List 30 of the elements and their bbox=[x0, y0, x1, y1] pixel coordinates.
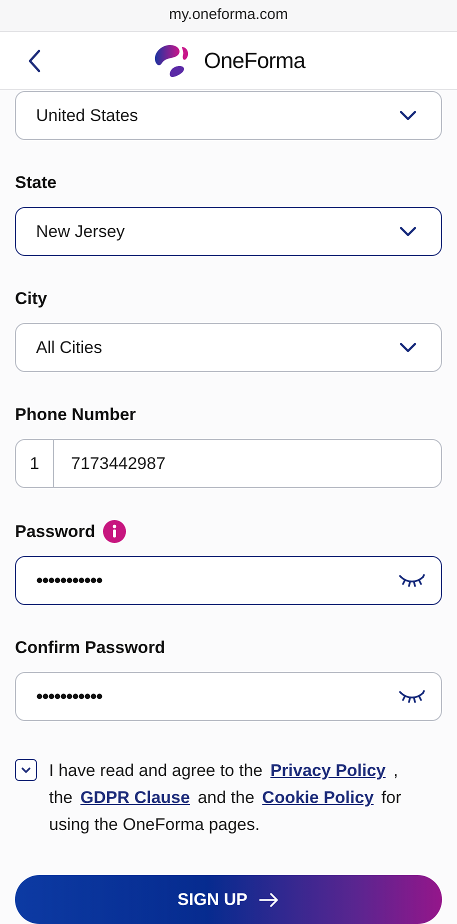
closed-eye-icon[interactable] bbox=[399, 574, 425, 588]
agree-checkbox[interactable] bbox=[15, 759, 37, 781]
field-label: City bbox=[15, 288, 48, 310]
back-icon[interactable] bbox=[28, 48, 42, 73]
policy-link[interactable]: Privacy Policy bbox=[267, 761, 389, 780]
chevron-down-icon bbox=[399, 342, 417, 353]
closed-eye-icon[interactable] bbox=[399, 690, 425, 704]
arrow-right-icon bbox=[259, 892, 280, 906]
field-label: State bbox=[15, 172, 57, 194]
policy-link[interactable]: GDPR Clause bbox=[77, 788, 193, 807]
policy-link[interactable]: Cookie Policy bbox=[259, 788, 377, 807]
url-text[interactable]: my.oneforma.com bbox=[169, 4, 288, 27]
password-field[interactable]: ••••••••••• bbox=[15, 672, 442, 721]
info-icon[interactable] bbox=[103, 520, 126, 543]
country-code: 1 bbox=[16, 440, 54, 487]
phone-field[interactable]: 1 7173442987 bbox=[15, 439, 442, 488]
phone-number: 7173442987 bbox=[70, 452, 166, 475]
sign-up-button[interactable]: SIGN UP bbox=[15, 875, 442, 924]
field-label: Confirm Password bbox=[15, 637, 166, 659]
field-label: Phone Number bbox=[15, 404, 136, 426]
select-field[interactable]: New Jersey bbox=[15, 207, 442, 256]
password-field[interactable]: ••••••••••• bbox=[15, 556, 442, 605]
field-label: Password bbox=[15, 520, 96, 542]
check-icon bbox=[21, 766, 31, 774]
agreement-text: I have read and agree to the Privacy Policy , the GDPR Clause and the Cookie Policy for using the OneForma pages. bbox=[49, 760, 402, 836]
chevron-down-icon bbox=[399, 226, 417, 237]
chevron-down-icon bbox=[399, 110, 417, 121]
select-field[interactable]: All Cities bbox=[15, 323, 442, 372]
brand-name: OneForma bbox=[204, 47, 306, 76]
select-field[interactable]: United States bbox=[15, 91, 442, 140]
